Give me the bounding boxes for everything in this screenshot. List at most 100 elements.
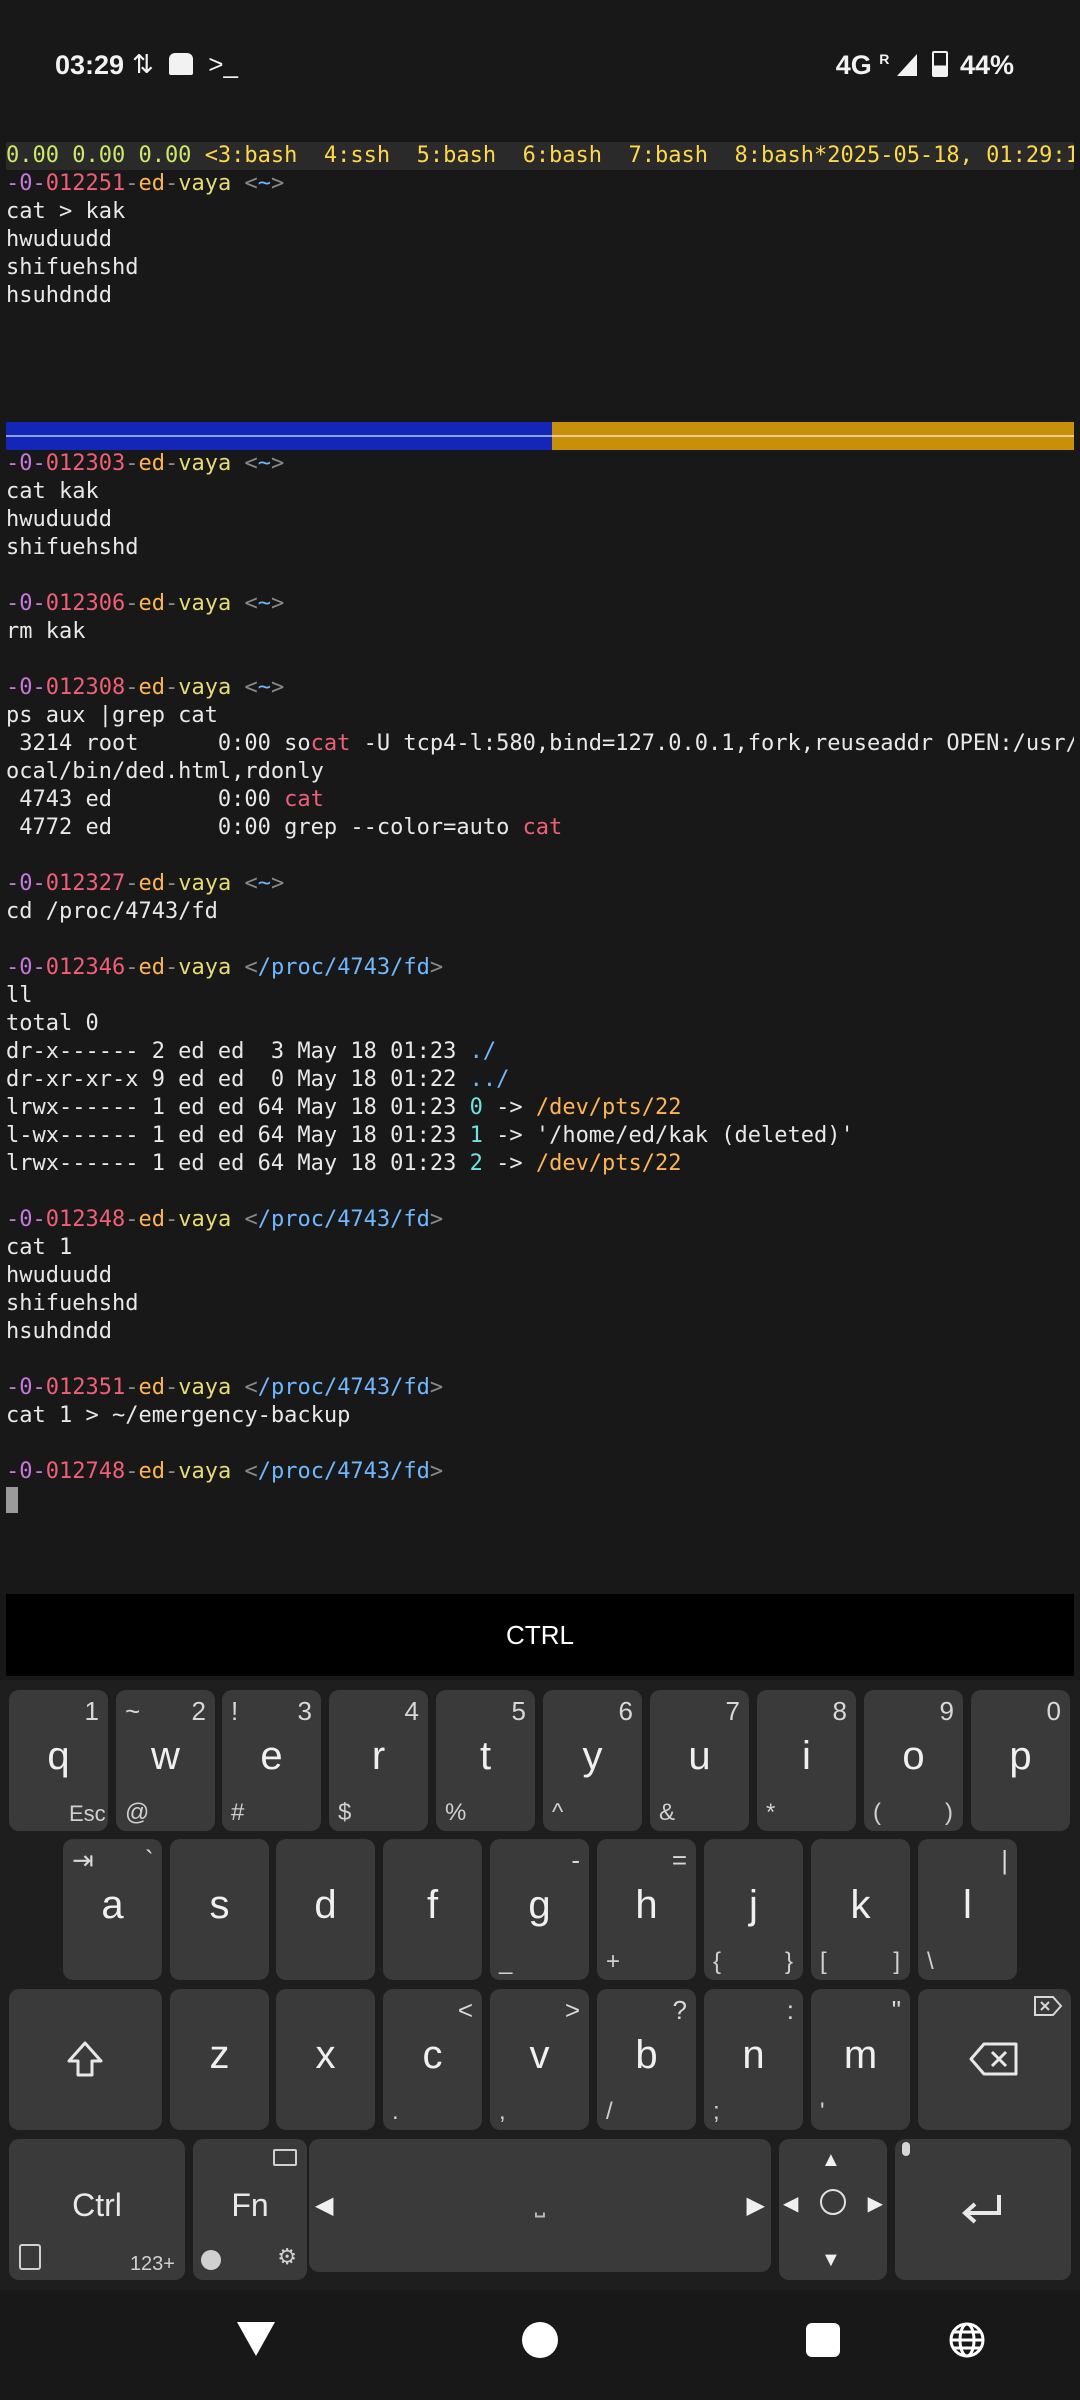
ll-row: lrwx------ 1 ed ed 64 May 18 01:23 2 -> …: [6, 1151, 682, 1176]
key-b[interactable]: ? b /: [597, 1989, 696, 2130]
ps-output-line: 4743 ed 0:00 cat: [6, 787, 324, 812]
output-line: shifuehshd: [6, 1291, 139, 1316]
input-line[interactable]: [6, 1486, 1074, 1514]
key-y[interactable]: 6 y ^: [543, 1690, 642, 1831]
ps-output-line: ocal/bin/ded.html,rdonly: [6, 759, 324, 784]
key-p[interactable]: 0p: [971, 1690, 1070, 1831]
home-icon[interactable]: [522, 2322, 558, 2358]
prompt-dir: ~: [257, 871, 271, 896]
microphone-icon[interactable]: [902, 2142, 910, 2156]
key-n[interactable]: : n;: [704, 1989, 803, 2130]
load-average: 0.00 0.00 0.00: [6, 143, 192, 168]
key-m[interactable]: " m ': [811, 1989, 910, 2130]
prompt-dir: /proc/4743/fd: [257, 955, 430, 980]
roaming-indicator: R: [879, 51, 890, 67]
tmux-status-bar: 0.00 0.00 0.00 <3:bash 4:ssh 5:bash 6:ba…: [6, 142, 1074, 170]
prompt-dir: ~: [257, 675, 271, 700]
arrow-up-icon: ▲: [821, 2149, 841, 2171]
space-icon: ⎵: [534, 2187, 546, 2217]
key-v[interactable]: > v,: [490, 1989, 589, 2130]
language-globe-icon[interactable]: [948, 2321, 986, 2359]
command-line: cat kak: [6, 479, 99, 504]
key-z[interactable]: z: [170, 1989, 269, 2130]
fn-key[interactable]: Fn ⚙: [193, 2139, 307, 2280]
key-o[interactable]: 9 o(): [864, 1690, 963, 1831]
key-r[interactable]: 4 r $: [329, 1690, 428, 1831]
shift-key[interactable]: [9, 1989, 162, 2130]
command-line: cat 1 > ~/emergency-backup: [6, 1403, 351, 1428]
space-key[interactable]: ◀ ⎵ ▶: [309, 2139, 771, 2272]
key-l[interactable]: | l \: [918, 1839, 1017, 1980]
ctrl-key[interactable]: Ctrl 123+: [9, 2139, 185, 2280]
settings-gear-icon: ⚙: [277, 2244, 297, 2269]
cursor-pad-key[interactable]: ▲ ◀ ▶ ▼: [779, 2139, 887, 2280]
prompt-time: 012308: [45, 675, 126, 700]
arrow-left-icon: ◀: [783, 2193, 799, 2215]
shift-icon: [67, 2041, 103, 2077]
navigation-bar: [0, 2290, 1080, 2400]
prompt-dir: /proc/4743/fd: [257, 1207, 430, 1232]
keyboard-icon: [273, 2149, 297, 2166]
soft-keyboard: 1 q Esc ~2 w @ ! 3 e # 4 r $ 5 t% 6 y ^ 7 u & 8 i * 9 o()…: [0, 1680, 1080, 2290]
command-line: ll: [6, 983, 33, 1008]
recent-apps-icon[interactable]: [806, 2323, 840, 2357]
key-w[interactable]: ~2 w @: [116, 1690, 215, 1831]
command-line: cat 1: [6, 1235, 73, 1260]
status-bar: 03:29 ⇅ >_ 4G R 44%: [0, 0, 1080, 135]
key-q[interactable]: 1 q Esc: [9, 1690, 108, 1831]
prompt-line: -0-012303-ed-vaya <~>: [6, 451, 285, 476]
prompt-time: 012303: [45, 451, 126, 476]
notification-icons: ⇅ >_: [132, 49, 238, 80]
signal-icon: [896, 54, 917, 76]
key-e[interactable]: ! 3 e #: [222, 1690, 321, 1831]
command-line: cat > kak: [6, 199, 126, 224]
prompt-dir: ~: [257, 591, 271, 616]
key-i[interactable]: 8 i *: [757, 1690, 856, 1831]
key-a[interactable]: ⇥ ` a: [63, 1839, 162, 1980]
key-j[interactable]: j{}: [704, 1839, 803, 1980]
prompt-line: -0-012251-ed-vaya <~>: [6, 171, 285, 196]
key-c[interactable]: < c.: [383, 1989, 482, 2130]
terminal[interactable]: 0.00 0.00 0.00 <3:bash 4:ssh 5:bash 6:ba…: [6, 142, 1074, 1514]
back-icon[interactable]: [237, 2322, 275, 2356]
output-line: hsuhdndd: [6, 1319, 112, 1344]
backspace-key[interactable]: [918, 1989, 1071, 2130]
prompt-dash: -0-: [6, 171, 46, 196]
prompt-line: -0-012308-ed-vaya <~>: [6, 675, 285, 700]
enter-icon: [962, 2195, 1001, 2224]
battery-icon: [932, 51, 949, 77]
prompt-line: -0-012346-ed-vaya </proc/4743/fd>: [6, 955, 444, 980]
tab-icon: ⇥: [72, 1845, 94, 1875]
key-s[interactable]: s: [170, 1839, 269, 1980]
ctrl-modifier-bar[interactable]: CTRL: [6, 1594, 1074, 1676]
ll-row: lrwx------ 1 ed ed 64 May 18 01:23 0 -> …: [6, 1095, 682, 1120]
key-u[interactable]: 7 u &: [650, 1690, 749, 1831]
key-g[interactable]: - g _: [490, 1839, 589, 1980]
system-indicators: 4G R 44%: [836, 50, 1014, 81]
ll-row: l-wx------ 1 ed ed 64 May 18 01:23 1 -> …: [6, 1123, 854, 1148]
battery-level: 44%: [959, 50, 1014, 80]
key-k[interactable]: k[]: [811, 1839, 910, 1980]
command-line: ps aux |grep cat: [6, 703, 218, 728]
key-t[interactable]: 5 t%: [436, 1690, 535, 1831]
prompt-time: 012346: [45, 955, 126, 980]
enter-key[interactable]: [895, 2139, 1071, 2280]
tmux-datetime: 2025-05-18, 01:29:16: [827, 143, 1074, 168]
pane-split-divider[interactable]: [6, 422, 1074, 450]
clipboard-icon: [19, 2244, 41, 2270]
tmux-window-list[interactable]: <3:bash 4:ssh 5:bash 6:bash 7:bash 8:bas…: [205, 143, 828, 168]
key-h[interactable]: = h +: [597, 1839, 696, 1980]
cursor-right-arrow-icon: ▶: [746, 2192, 765, 2219]
prompt-line: -0-012306-ed-vaya <~>: [6, 591, 285, 616]
ps-output-line: 4772 ed 0:00 grep --color=auto cat: [6, 815, 563, 840]
ll-total: total 0: [6, 1011, 99, 1036]
prompt-time: 012351: [45, 1375, 126, 1400]
key-f[interactable]: f: [383, 1839, 482, 1980]
delete-icon: [1034, 1996, 1063, 2016]
output-line: hwuduudd: [6, 507, 112, 532]
data-transfer-icon: ⇅: [132, 49, 154, 79]
prompt-time: 012327: [45, 871, 126, 896]
output-line: hsuhdndd: [6, 283, 112, 308]
key-x[interactable]: x: [276, 1989, 375, 2130]
key-d[interactable]: d: [276, 1839, 375, 1980]
